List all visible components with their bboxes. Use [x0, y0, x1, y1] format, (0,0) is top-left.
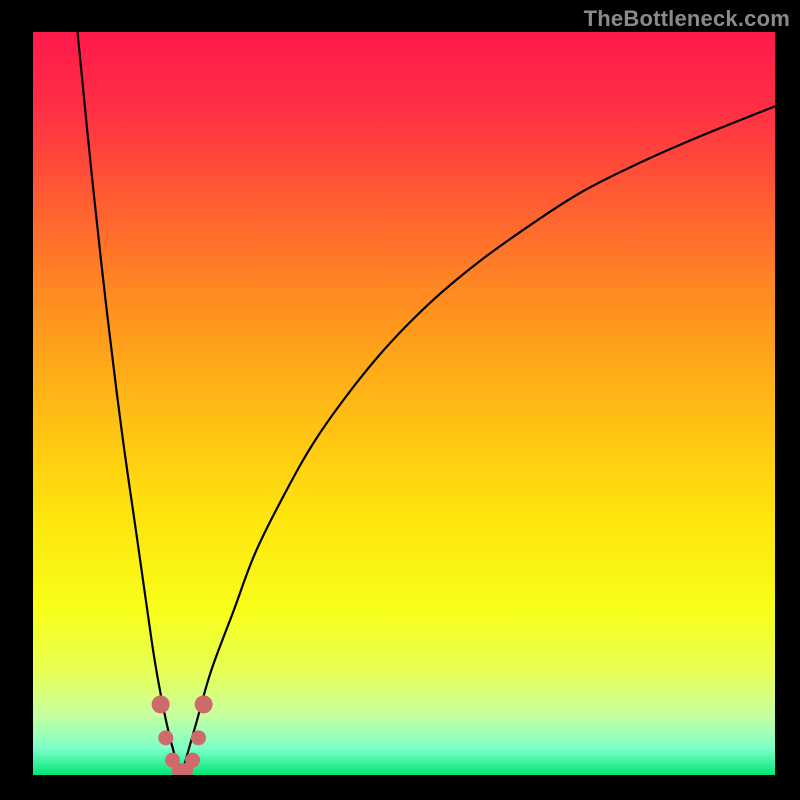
optimum-marker — [195, 695, 213, 713]
chart-frame: TheBottleneck.com — [0, 0, 800, 800]
optimum-marker — [185, 753, 200, 768]
optimum-marker — [152, 695, 170, 713]
optimum-marker — [158, 730, 173, 745]
watermark-text: TheBottleneck.com — [584, 6, 790, 32]
chart-background-gradient — [33, 32, 775, 775]
chart-svg — [33, 32, 775, 775]
optimum-marker — [191, 730, 206, 745]
chart-plot-area — [33, 32, 775, 775]
